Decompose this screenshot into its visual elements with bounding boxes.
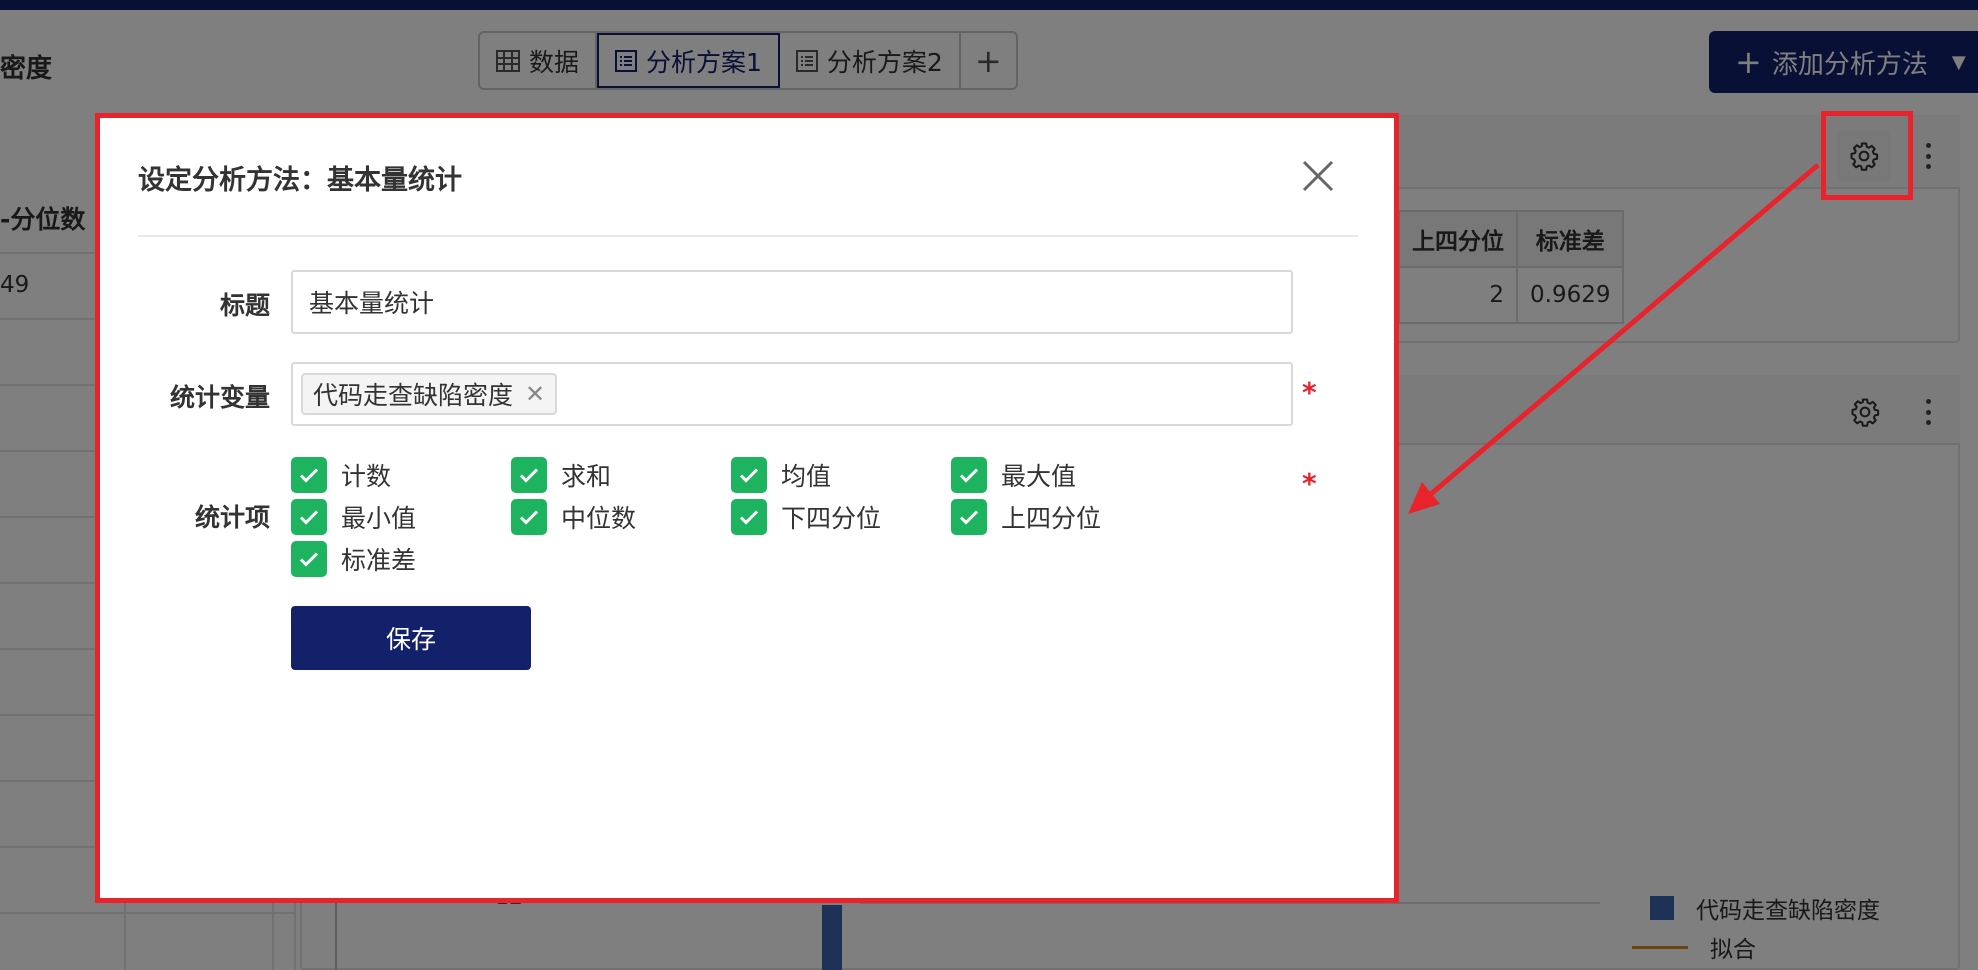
annotation-arrow [1408, 163, 1820, 514]
